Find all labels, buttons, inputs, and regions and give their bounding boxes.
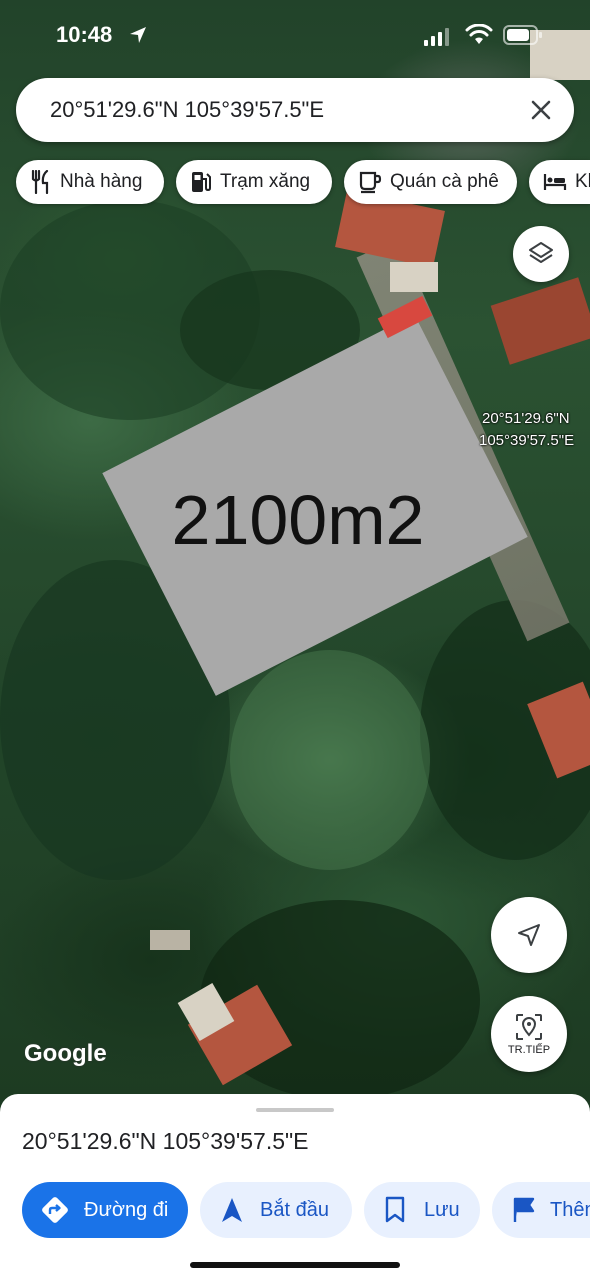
directions-label: Đường đi bbox=[84, 1198, 169, 1221]
directions-icon bbox=[42, 1197, 68, 1223]
search-bar[interactable]: 20°51'29.6"N 105°39'57.5"E bbox=[16, 78, 574, 142]
status-bar: 10:48 bbox=[0, 0, 590, 70]
layers-icon bbox=[529, 242, 553, 263]
coffee-icon bbox=[359, 171, 382, 194]
cellular-signal-icon bbox=[424, 28, 449, 46]
building-roof bbox=[490, 277, 590, 365]
home-indicator[interactable] bbox=[190, 1262, 400, 1268]
chip-hotels[interactable]: Kh bbox=[529, 160, 590, 204]
more-label: Thêm bbox=[550, 1198, 590, 1221]
chip-label: Kh bbox=[575, 171, 590, 192]
bookmark-icon bbox=[385, 1196, 405, 1223]
more-button[interactable]: Thêm bbox=[492, 1182, 590, 1238]
chip-coffee[interactable]: Quán cà phê bbox=[344, 160, 517, 204]
gas-station-icon bbox=[192, 172, 211, 192]
chip-label: Nhà hàng bbox=[60, 171, 143, 192]
restaurant-icon bbox=[31, 170, 49, 194]
grass-field bbox=[230, 650, 430, 870]
start-button[interactable]: Bắt đầu bbox=[200, 1182, 352, 1238]
save-button[interactable]: Lưu bbox=[364, 1182, 480, 1238]
save-label: Lưu bbox=[424, 1198, 460, 1221]
chip-label: Quán cà phê bbox=[390, 171, 499, 192]
building bbox=[390, 262, 438, 292]
chip-label: Trạm xăng bbox=[220, 171, 311, 192]
close-icon[interactable] bbox=[528, 97, 554, 123]
drag-handle[interactable] bbox=[256, 1108, 334, 1112]
my-location-button[interactable] bbox=[491, 897, 567, 973]
chip-gas-stations[interactable]: Trạm xăng bbox=[176, 160, 332, 204]
land-plot-area-label: 2100m2 bbox=[171, 481, 425, 559]
directions-button[interactable]: Đường đi bbox=[22, 1182, 188, 1238]
live-tracking-button[interactable]: TR.TIẾP bbox=[491, 996, 567, 1072]
navigation-arrow-icon bbox=[222, 1198, 242, 1222]
pin-latitude: 20°51'29.6"N bbox=[482, 410, 570, 427]
wifi-icon bbox=[465, 24, 493, 44]
battery-icon bbox=[503, 25, 542, 45]
location-services-icon bbox=[130, 27, 146, 43]
search-input[interactable]: 20°51'29.6"N 105°39'57.5"E bbox=[50, 97, 324, 123]
chip-restaurants[interactable]: Nhà hàng bbox=[16, 160, 164, 204]
building bbox=[150, 930, 190, 950]
place-title: 20°51'29.6"N 105°39'57.5"E bbox=[22, 1128, 309, 1154]
hotel-icon bbox=[543, 174, 567, 190]
status-time: 10:48 bbox=[56, 22, 113, 47]
flag-icon bbox=[513, 1197, 535, 1222]
start-label: Bắt đầu bbox=[260, 1198, 329, 1221]
pin-coordinate-label: 20°51'29.6"N 105°39'57.5"E bbox=[479, 408, 575, 452]
location-pin-scan-icon bbox=[516, 1014, 542, 1040]
place-bottom-sheet[interactable]: 20°51'29.6"N 105°39'57.5"E Đường đi Bắt … bbox=[0, 1094, 590, 1280]
google-logo: Google bbox=[24, 1040, 107, 1067]
tracking-label: TR.TIẾP bbox=[507, 1044, 551, 1056]
map-layers-button[interactable] bbox=[513, 226, 569, 282]
pin-longitude: 105°39'57.5"E bbox=[479, 432, 575, 449]
location-arrow-icon bbox=[518, 924, 540, 946]
